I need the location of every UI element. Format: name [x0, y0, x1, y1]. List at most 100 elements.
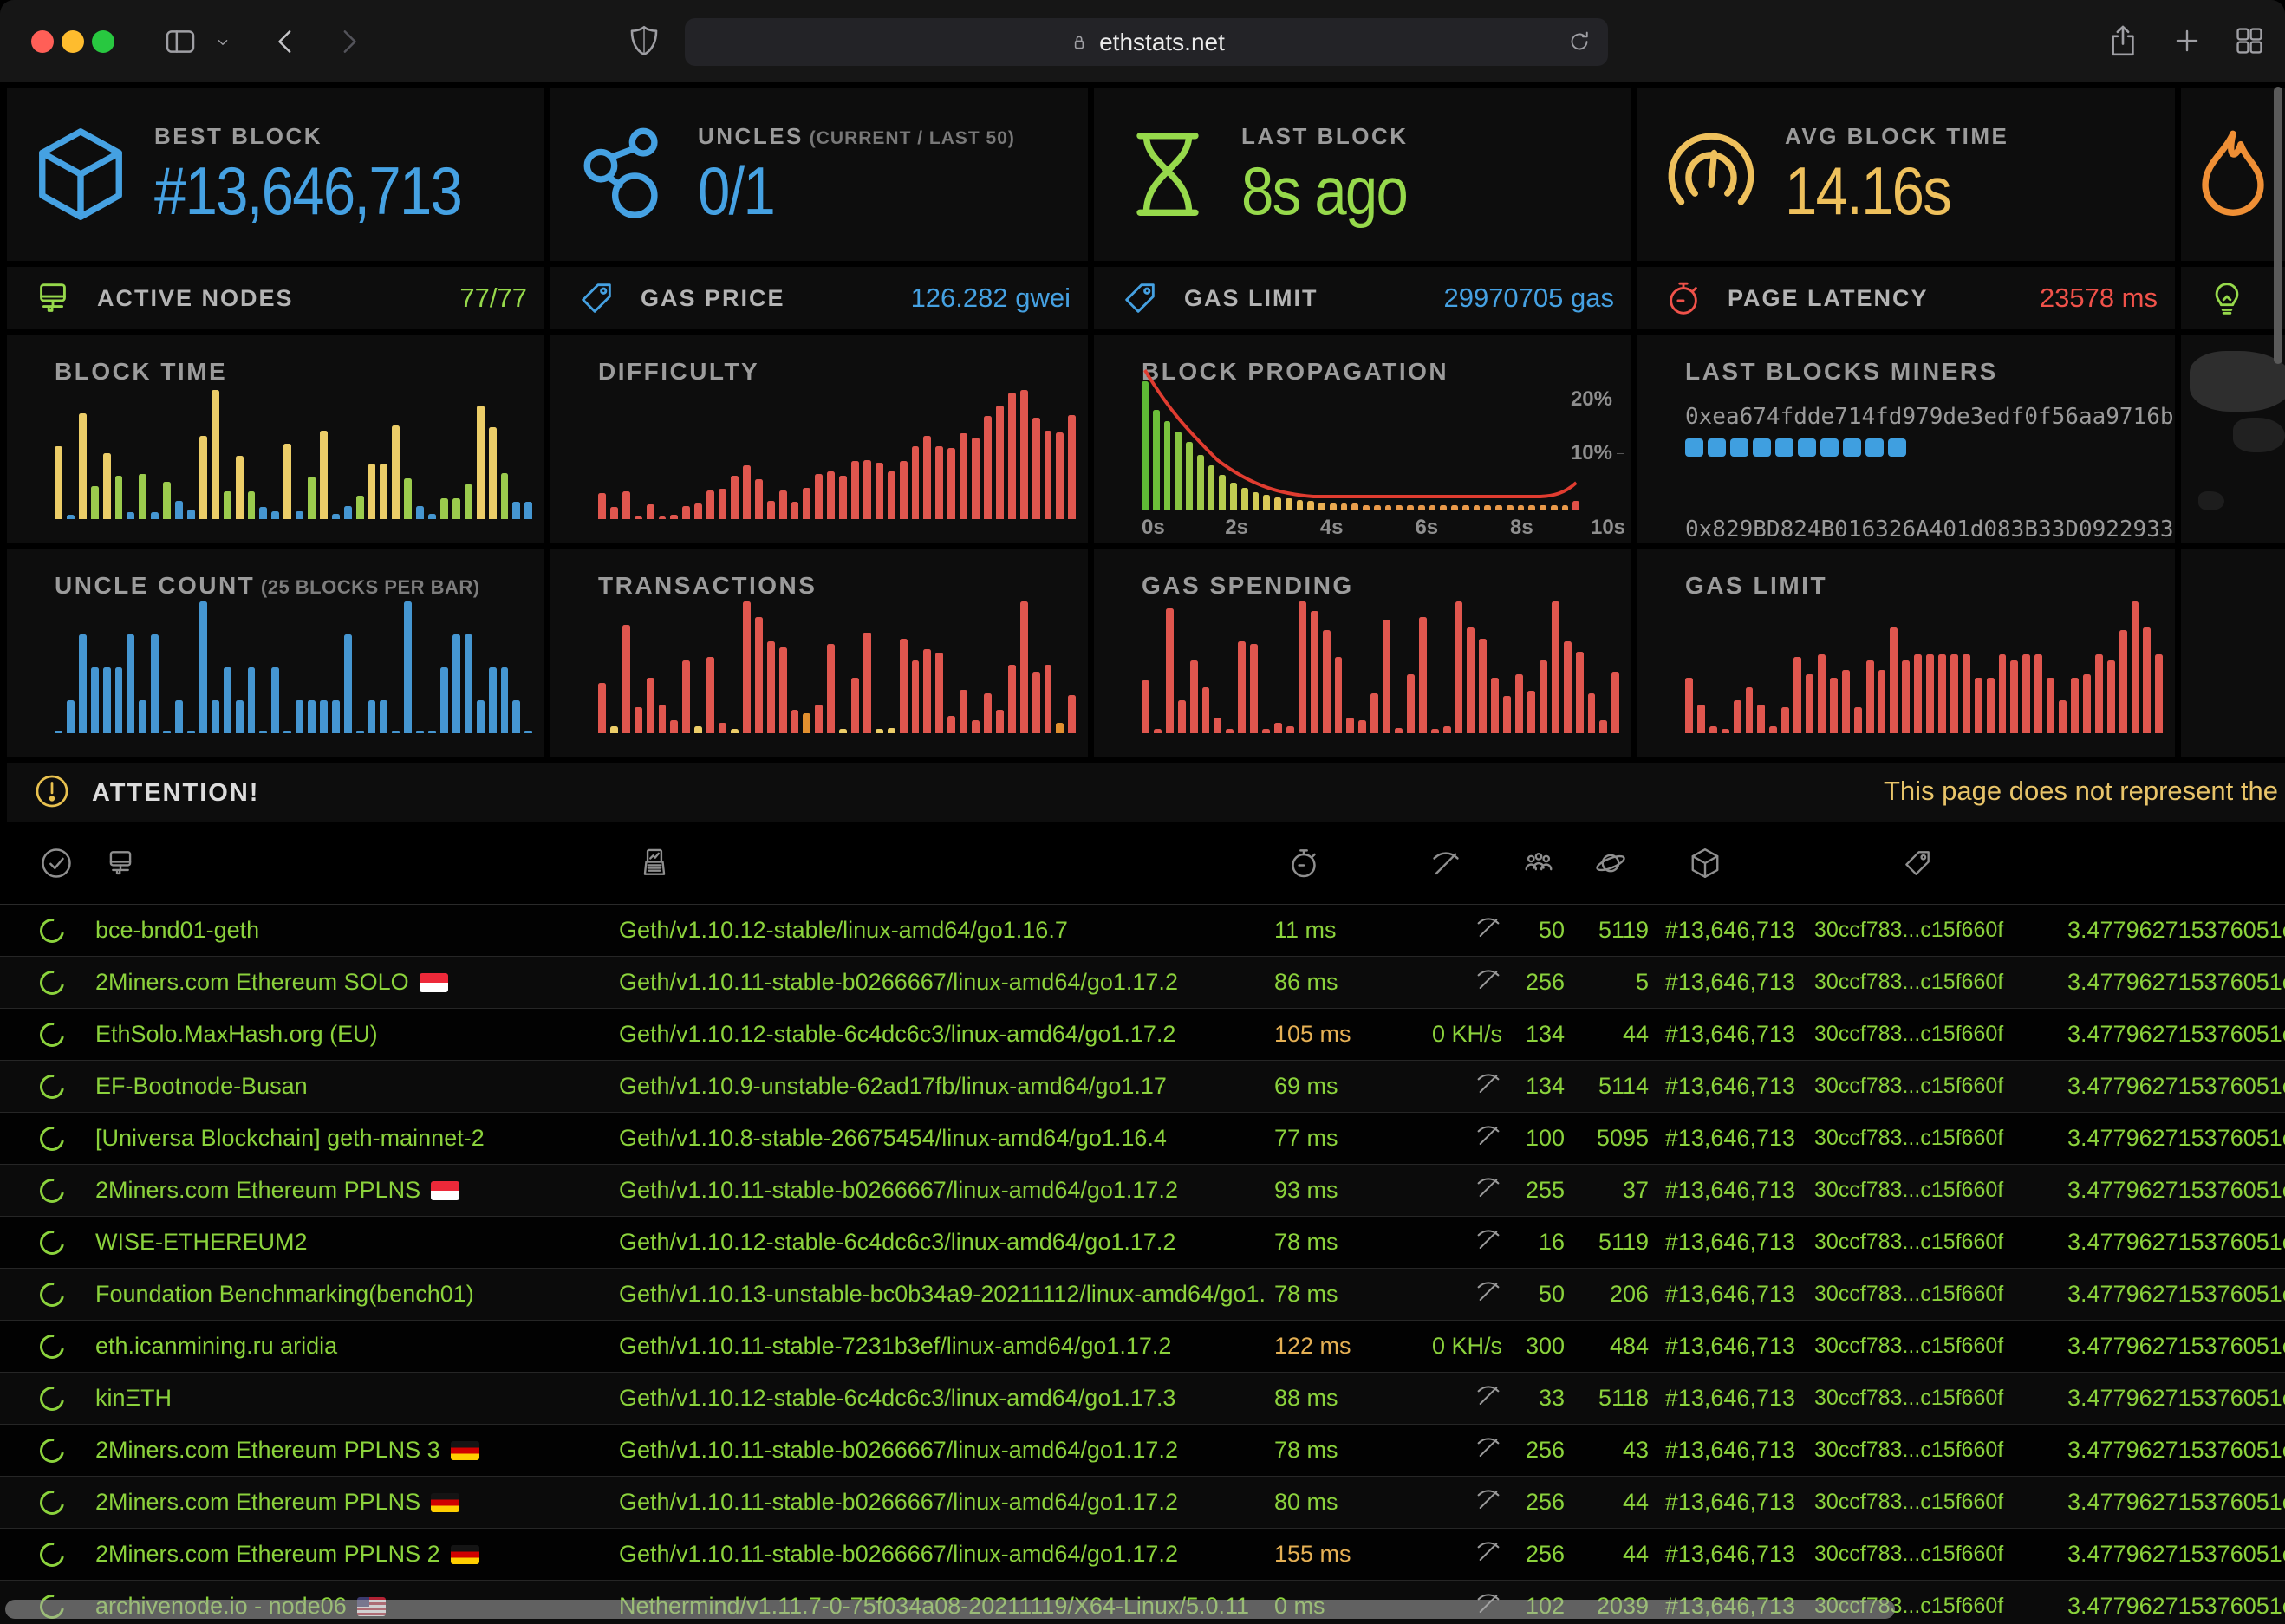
chart-bar	[1286, 498, 1292, 510]
node-peers-cell: 256	[1513, 1541, 1565, 1568]
node-name-cell: WISE-ETHEREUM2	[80, 1229, 619, 1256]
chart-bar	[996, 406, 1004, 519]
node-pending-cell: 5118	[1565, 1385, 1656, 1412]
node-latency-cell: 69 ms	[1266, 1073, 1378, 1100]
chart-bar	[416, 731, 424, 733]
table-row[interactable]: 2Miners.com Ethereum PPLNS 2Geth/v1.10.1…	[0, 1529, 2285, 1581]
pickaxe-icon	[1429, 847, 1462, 884]
node-difficulty-cell: 3.477962715376051e+22	[1985, 1281, 2285, 1308]
stat-label: ACTIVE NODES	[97, 285, 459, 312]
node-status-cell	[0, 1023, 80, 1047]
x-tick-label: 2s	[1225, 516, 1248, 540]
chart-bars	[1142, 601, 1619, 733]
ethstats-window: ethstats.net BEST BLOCK#13,646,713UNCLES…	[0, 0, 2285, 1624]
chart-bar	[1323, 630, 1331, 733]
chart-bar	[960, 690, 967, 733]
chart-bar	[404, 478, 412, 519]
table-row[interactable]: EF-Bootnode-BusanGeth/v1.10.9-unstable-6…	[0, 1061, 2285, 1113]
close-window-button[interactable]	[31, 30, 54, 53]
chart-bar	[199, 436, 207, 519]
chart-bar	[1451, 505, 1458, 510]
chart-bar	[1709, 726, 1717, 733]
shield-icon[interactable]	[626, 23, 662, 59]
table-row[interactable]: WISE-ETHEREUM2Geth/v1.10.12-stable-6c4dc…	[0, 1217, 2285, 1269]
minimize-window-button[interactable]	[62, 30, 84, 53]
table-row[interactable]: 2Miners.com Ethereum PPLNSGeth/v1.10.11-…	[0, 1477, 2285, 1529]
node-latency-cell: 11 ms	[1266, 917, 1378, 944]
chevron-down-icon[interactable]	[213, 33, 232, 52]
table-row[interactable]: 2Miners.com Ethereum PPLNSGeth/v1.10.11-…	[0, 1165, 2285, 1217]
chart-bar	[1429, 505, 1436, 510]
table-row[interactable]: eth.icanmining.ru aridiaGeth/v1.10.11-st…	[0, 1321, 2285, 1373]
chart-bar	[1197, 455, 1204, 510]
forward-icon[interactable]	[331, 24, 366, 59]
chart-bar	[1507, 505, 1514, 510]
chart-bar	[320, 431, 328, 519]
tab-overview-icon[interactable]	[2233, 24, 2266, 57]
empty-panel	[2181, 549, 2285, 757]
chart-bar	[1214, 718, 1221, 733]
chart-bar	[440, 667, 448, 733]
miner-blocks	[1685, 542, 2158, 543]
uncle-count-chart: UNCLE COUNT (25 BLOCKS PER BAR)	[7, 549, 544, 757]
chart-bar	[1307, 501, 1314, 510]
node-block-hash-cell: 30ccf783...c15f660f	[1799, 970, 1985, 995]
chart-bars	[1685, 601, 2163, 733]
chart-bar	[2143, 627, 2151, 733]
vertical-scrollbar[interactable]	[2274, 87, 2282, 364]
share-icon[interactable]	[2105, 23, 2141, 59]
node-mining-cell: 0 KH/s	[1378, 1333, 1513, 1360]
chart-bar	[755, 479, 763, 519]
chart-bar	[863, 460, 871, 519]
block-time-chart: BLOCK TIME	[7, 335, 544, 543]
reload-icon[interactable]	[1566, 29, 1592, 61]
miner-block-square	[1730, 438, 1748, 457]
new-tab-icon[interactable]	[2171, 24, 2204, 57]
people-icon	[1522, 847, 1555, 884]
chart-bar	[1462, 505, 1469, 510]
table-row[interactable]: Foundation Benchmarking(bench01)Geth/v1.…	[0, 1269, 2285, 1321]
chart-bar	[236, 700, 244, 733]
tag-icon	[576, 278, 616, 318]
chart-bar	[827, 471, 835, 519]
table-row[interactable]: [Universa Blockchain] geth-mainnet-2Geth…	[0, 1113, 2285, 1165]
chart-bar	[163, 731, 171, 733]
chart-bar	[1020, 390, 1028, 519]
table-row[interactable]: bce-bnd01-gethGeth/v1.10.12-stable/linux…	[0, 905, 2285, 957]
header-monitor-icon	[80, 847, 619, 884]
node-status-cell	[0, 1335, 80, 1359]
node-block-hash-cell: 30ccf783...c15f660f	[1799, 1178, 1985, 1203]
table-row[interactable]: EthSolo.MaxHash.org (EU)Geth/v1.10.12-st…	[0, 1009, 2285, 1061]
chart-bar	[308, 477, 316, 519]
zoom-window-button[interactable]	[92, 30, 114, 53]
chart-bar	[1467, 627, 1475, 733]
horizontal-scrollbar[interactable]	[5, 1600, 1895, 1619]
chart-bar	[139, 700, 146, 733]
node-name: [Universa Blockchain] geth-mainnet-2	[95, 1125, 485, 1152]
node-block-hash-cell: 30ccf783...c15f660f	[1799, 1074, 1985, 1099]
node-latency-cell: 86 ms	[1266, 969, 1378, 996]
table-row[interactable]: kinΞTHGeth/v1.10.12-stable-6c4dc6c3/linu…	[0, 1373, 2285, 1425]
node-name: eth.icanmining.ru aridia	[95, 1333, 337, 1360]
flag-sg-icon	[420, 973, 448, 992]
chart-bar	[452, 498, 460, 519]
cube-icon	[1689, 847, 1722, 884]
back-icon[interactable]	[269, 24, 303, 59]
chart-title: TRANSACTIONS	[598, 572, 817, 600]
stat-label: AVG BLOCK TIME	[1785, 123, 2175, 150]
table-row[interactable]: 2Miners.com Ethereum PPLNS 3Geth/v1.10.1…	[0, 1425, 2285, 1477]
table-header	[0, 827, 2285, 905]
address-bar[interactable]: ethstats.net	[685, 18, 1608, 66]
chart-bar	[1238, 641, 1246, 733]
chart-bar	[1552, 601, 1559, 733]
stat-label: UNCLES (CURRENT / LAST 50)	[698, 123, 1088, 150]
table-row[interactable]: 2Miners.com Ethereum SOLOGeth/v1.10.11-s…	[0, 957, 2285, 1009]
chart-bar	[1769, 726, 1777, 733]
sidebar-toggle-icon[interactable]	[163, 24, 198, 59]
chart-bar	[428, 731, 436, 733]
chart-bar	[1793, 657, 1801, 733]
node-difficulty-cell: 3.477962715376051e+22	[1985, 969, 2285, 996]
chart-bar	[647, 504, 654, 519]
chart-bar	[1178, 700, 1186, 733]
chart-bar	[659, 705, 667, 733]
